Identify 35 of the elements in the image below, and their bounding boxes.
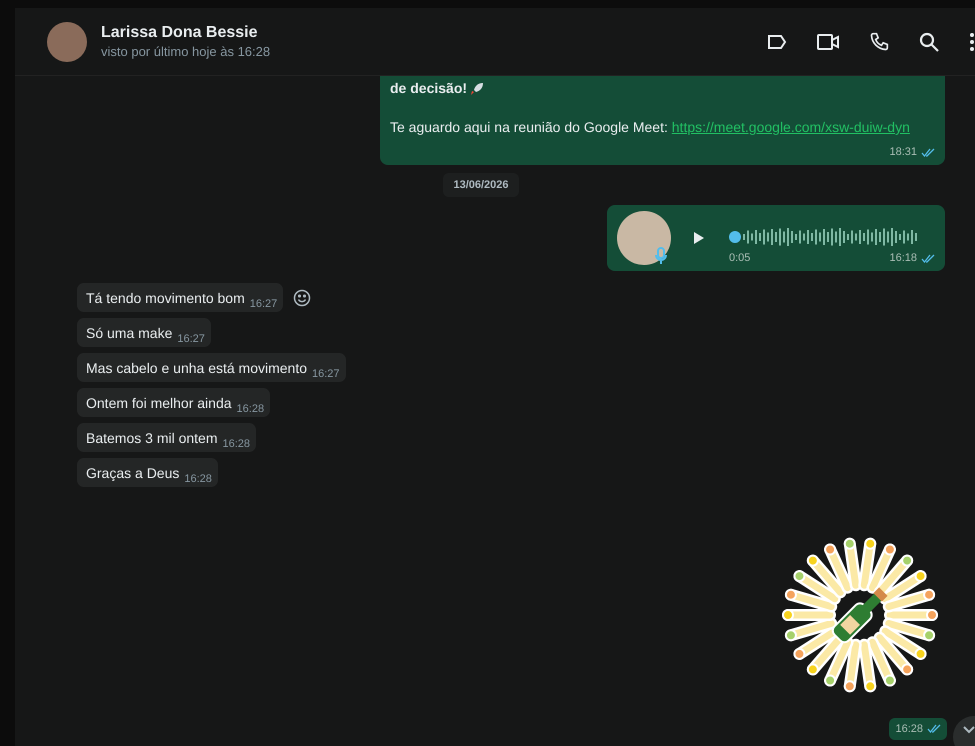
message-time: 16:28 [236,402,264,416]
search-icon[interactable] [919,32,939,52]
message-time: 18:31 [889,145,917,160]
message-text: de decisão! [390,79,468,98]
message-time: 16:18 [889,250,917,266]
contact-name: Larissa Dona Bessie [101,22,259,42]
message-time: 16:28 [895,722,923,736]
microphone-icon [655,247,667,265]
message-time: 16:27 [177,332,205,346]
message-text: Tá tendo movimento bom [86,289,245,308]
meet-link[interactable]: https://meet.google.com/xsw-duiw-dyn [672,119,910,135]
message-time: 16:27 [250,297,278,311]
message-text: Te aguardo aqui na reunião do Google Meet: https://meet.google.com/xsw-duiw-dyn [390,119,910,135]
message-time: 16:28 [184,472,212,486]
message-text: Mas cabelo e unha está movimento [86,359,308,378]
rocket-icon [469,80,486,96]
message-time: 16:28 [222,437,250,451]
message-text: Só uma make [86,324,172,343]
phone-icon[interactable] [869,32,889,52]
contact-avatar[interactable] [47,22,87,62]
date-separator: 13/06/2026 [443,172,519,197]
voice-duration: 0:05 [729,250,750,266]
chevron-down-icon [963,726,975,734]
message-text: Graças a Deus [86,464,180,483]
sender-avatar [617,211,671,265]
menu-icon[interactable] [969,32,975,52]
play-icon [693,231,705,245]
message-text: Ontem foi melhor ainda [86,394,232,413]
message-time: 16:27 [312,367,340,381]
video-call-icon[interactable] [817,34,839,50]
message-text: Batemos 3 mil ontem [86,429,218,448]
emoji-icon[interactable] [293,288,312,306]
playback-thumb[interactable] [729,230,741,243]
last-seen-status: visto por último hoje às 16:28 [101,42,270,60]
label-icon[interactable] [767,34,787,50]
